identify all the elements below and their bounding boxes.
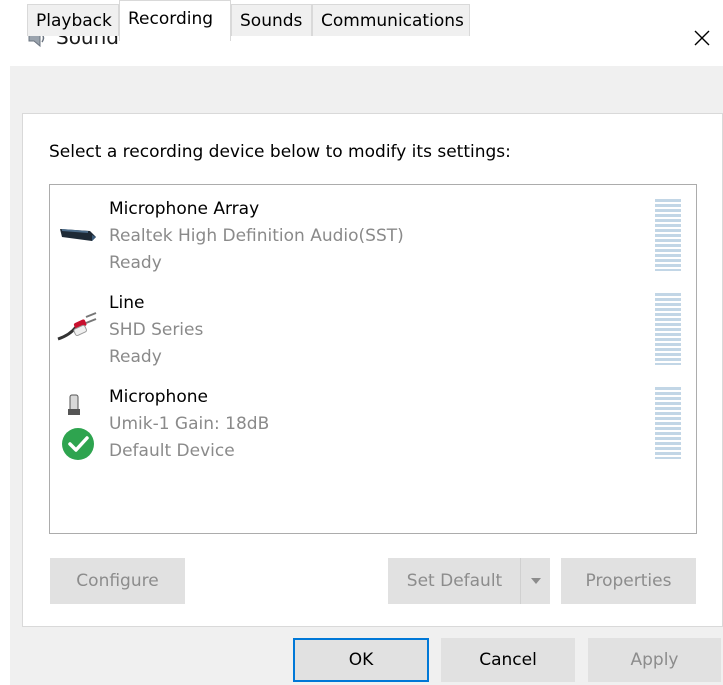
device-name: Microphone Array [109,199,260,219]
tab-sounds[interactable]: Sounds [231,4,312,36]
ok-button[interactable]: OK [293,638,429,682]
device-description: Umik-1 Gain: 18dB [109,414,270,434]
device-microphone[interactable]: Microphone Umik-1 Gain: 18dB Default Dev… [50,373,696,467]
line-in-cable-icon [57,312,97,341]
level-meter [655,199,681,271]
cancel-button[interactable]: Cancel [441,638,575,682]
tab-communications[interactable]: Communications [312,4,470,36]
set-default-button[interactable]: Set Default [388,558,521,604]
chevron-down-icon [530,578,541,584]
device-description: Realtek High Definition Audio(SST) [109,226,404,246]
close-button[interactable] [687,24,717,52]
tab-recording[interactable]: Recording [119,0,231,41]
properties-button[interactable]: Properties [561,558,696,604]
device-status: Ready [109,347,162,367]
device-status: Default Device [109,441,235,461]
device-status: Ready [109,253,162,273]
close-icon [694,30,710,46]
microphone-array-icon [60,229,96,241]
set-default-dropdown[interactable] [520,558,550,604]
level-meter [655,387,681,459]
level-meter [655,293,681,365]
configure-button[interactable]: Configure [50,558,185,604]
default-check-icon [62,428,94,460]
apply-button[interactable]: Apply [588,638,721,682]
device-line[interactable]: Line SHD Series Ready [50,279,696,373]
device-name: Microphone [109,387,208,407]
recording-device-list[interactable]: Microphone Array Realtek High Definition… [49,184,697,534]
tab-playback[interactable]: Playback [27,4,119,36]
device-name: Line [109,293,145,313]
instruction-text: Select a recording device below to modif… [49,142,511,162]
device-description: SHD Series [109,320,204,340]
device-microphone-array[interactable]: Microphone Array Realtek High Definition… [50,185,696,279]
